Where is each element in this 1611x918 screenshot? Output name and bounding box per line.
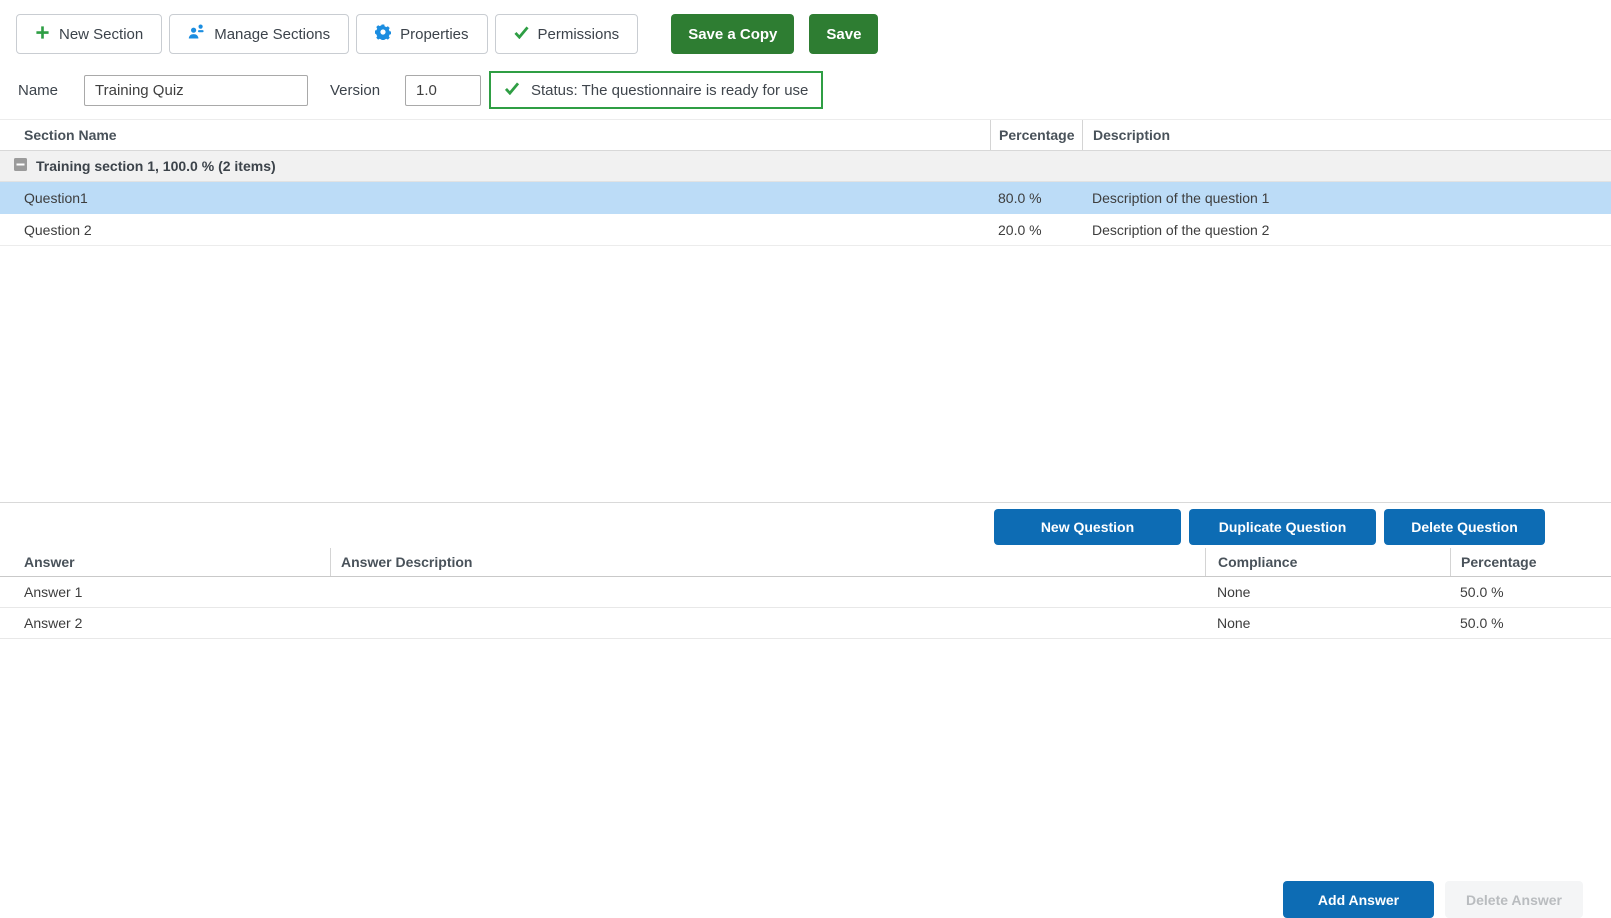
- answer-table-header: Answer Answer Description Compliance Per…: [0, 548, 1611, 577]
- properties-label: Properties: [400, 26, 468, 43]
- status-check-icon: [504, 82, 520, 99]
- save-button[interactable]: Save: [809, 14, 878, 54]
- column-compliance[interactable]: Compliance: [1205, 548, 1450, 576]
- answer-description: [330, 577, 1205, 607]
- question-description: Description of the question 2: [1082, 214, 1611, 245]
- delete-question-button[interactable]: Delete Question: [1384, 509, 1545, 545]
- section-table-empty-area: [0, 246, 1611, 502]
- question-percentage: 80.0 %: [990, 182, 1082, 214]
- answer-row[interactable]: Answer 1 None 50.0 %: [0, 577, 1611, 608]
- name-input[interactable]: [84, 75, 308, 106]
- duplicate-question-button[interactable]: Duplicate Question: [1189, 509, 1376, 545]
- answer-row[interactable]: Answer 2 None 50.0 %: [0, 608, 1611, 639]
- section-table-header: Section Name Percentage Description: [0, 119, 1611, 151]
- collapse-icon[interactable]: [14, 158, 27, 174]
- answer-name: Answer 2: [0, 608, 330, 638]
- section-group-label: Training section 1, 100.0 % (2 items): [36, 158, 276, 174]
- status-text: Status: The questionnaire is ready for u…: [531, 82, 808, 99]
- question-name: Question1: [0, 182, 990, 214]
- check-icon: [514, 26, 529, 43]
- new-section-label: New Section: [59, 26, 143, 43]
- answer-name: Answer 1: [0, 577, 330, 607]
- question-actions: New Question Duplicate Question Delete Q…: [0, 503, 1611, 545]
- answer-table: Answer Answer Description Compliance Per…: [0, 548, 1611, 639]
- properties-button[interactable]: Properties: [356, 14, 487, 54]
- question-row[interactable]: Question 2 20.0 % Description of the que…: [0, 214, 1611, 246]
- manage-sections-label: Manage Sections: [214, 26, 330, 43]
- answer-description: [330, 608, 1205, 638]
- quiz-meta-form: Name Version Status: The questionnaire i…: [0, 54, 1611, 119]
- question-name: Question 2: [0, 214, 990, 245]
- question-row[interactable]: Question1 80.0 % Description of the ques…: [0, 182, 1611, 214]
- manage-sections-button[interactable]: Manage Sections: [169, 14, 349, 54]
- save-a-copy-button[interactable]: Save a Copy: [671, 14, 794, 54]
- answer-compliance: None: [1205, 577, 1450, 607]
- question-description: Description of the question 1: [1082, 182, 1611, 214]
- plus-icon: [35, 25, 50, 44]
- column-answer-description[interactable]: Answer Description: [330, 548, 1205, 576]
- answer-compliance: None: [1205, 608, 1450, 638]
- column-answer-percentage[interactable]: Percentage: [1450, 548, 1611, 576]
- people-icon: [188, 24, 205, 44]
- column-section-name[interactable]: Section Name: [0, 120, 990, 150]
- answer-actions: Add Answer Delete Answer: [0, 881, 1611, 918]
- question-percentage: 20.0 %: [990, 214, 1082, 245]
- column-answer[interactable]: Answer: [0, 548, 330, 576]
- column-description[interactable]: Description: [1082, 120, 1611, 150]
- new-section-button[interactable]: New Section: [16, 14, 162, 54]
- answer-table-empty-area: [0, 639, 1611, 881]
- permissions-label: Permissions: [538, 26, 620, 43]
- section-group-row[interactable]: Training section 1, 100.0 % (2 items): [0, 151, 1611, 182]
- answer-percentage: 50.0 %: [1450, 577, 1611, 607]
- column-percentage[interactable]: Percentage: [990, 120, 1082, 150]
- add-answer-button[interactable]: Add Answer: [1283, 881, 1434, 918]
- toolbar: New Section Manage Sections Properties P…: [0, 0, 1611, 54]
- answer-percentage: 50.0 %: [1450, 608, 1611, 638]
- permissions-button[interactable]: Permissions: [495, 14, 639, 54]
- new-question-button[interactable]: New Question: [994, 509, 1181, 545]
- version-input[interactable]: [405, 75, 481, 106]
- status-badge: Status: The questionnaire is ready for u…: [489, 71, 823, 109]
- version-label: Version: [330, 82, 405, 99]
- name-label: Name: [18, 82, 84, 99]
- gear-icon: [375, 24, 391, 44]
- delete-answer-button: Delete Answer: [1445, 881, 1583, 918]
- section-table: Section Name Percentage Description Trai…: [0, 119, 1611, 246]
